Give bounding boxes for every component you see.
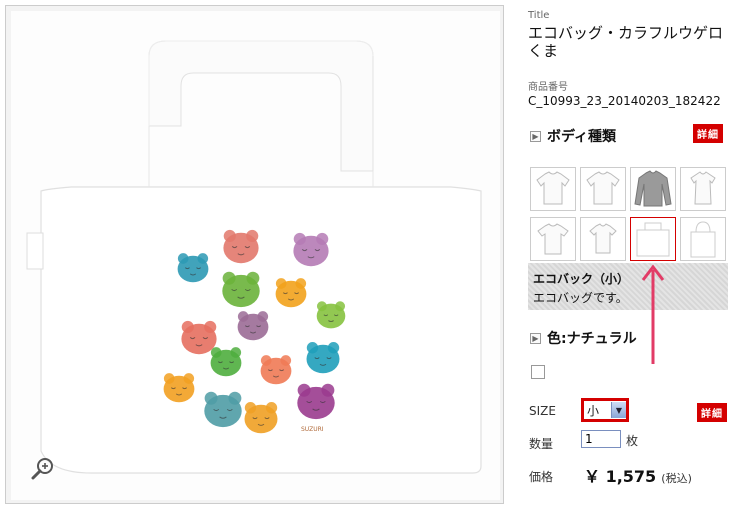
tote-bag-image[interactable]: SUZURI [11, 11, 500, 500]
body-thumb-ecobag-small[interactable] [630, 217, 676, 261]
body-description: エコバッグです。 [533, 291, 628, 305]
expand-arrow-icon: ▶ [530, 130, 541, 142]
product-title: エコバッグ・カラフルウゲロくま [528, 24, 724, 60]
body-thumb-ecobag-large[interactable] [680, 217, 726, 261]
bear-face [222, 271, 260, 308]
bear-face [181, 320, 217, 355]
body-type-title: ボディ種類 [547, 129, 617, 145]
body-detail-button[interactable]: 詳細 [693, 124, 723, 143]
size-value: 小 [587, 403, 600, 418]
quantity-label: 数量 [529, 437, 554, 451]
body-thumb-kids[interactable] [530, 217, 576, 261]
bear-face [275, 278, 307, 308]
chevron-down-icon[interactable]: ▼ [611, 402, 626, 418]
size-detail-button[interactable]: 詳細 [697, 403, 727, 422]
price-value: ￥ 1,575 [584, 467, 657, 486]
color-swatch-natural[interactable] [531, 365, 545, 379]
color-title: 色:ナチュラル [547, 331, 637, 347]
bear-face [316, 301, 346, 329]
product-code: C_10993_23_20140203_182422 [528, 94, 721, 108]
color-header[interactable]: ▶ 色:ナチュラル [530, 328, 637, 348]
bear-face [204, 391, 242, 428]
bear-face [210, 347, 242, 377]
bear-face [223, 229, 259, 264]
bear-face [297, 383, 335, 420]
body-thumb-ladies[interactable] [680, 167, 726, 211]
title-label: Title [528, 10, 550, 21]
quantity-input[interactable] [581, 430, 621, 448]
body-thumb-tshirt[interactable] [530, 167, 576, 211]
body-description-box: エコバック（小） エコバッグです。 [528, 263, 728, 310]
body-thumb-longsleeve[interactable] [630, 167, 676, 211]
price-label: 価格 [529, 470, 554, 484]
body-type-header[interactable]: ▶ ボディ種類 [530, 126, 616, 146]
annotation-arrow-icon [641, 264, 665, 364]
body-thumb-baby[interactable] [580, 217, 626, 261]
price-tax: (税込) [661, 472, 692, 485]
bear-face [163, 373, 195, 403]
size-select[interactable]: 小 ▼ [581, 398, 629, 422]
watermark-text: SUZURI [301, 426, 324, 433]
zoom-icon[interactable] [30, 456, 56, 482]
bear-face [177, 253, 209, 283]
expand-arrow-icon: ▶ [530, 332, 541, 344]
product-image-area: SUZURI [11, 11, 500, 500]
bear-face [237, 311, 269, 341]
product-code-label: 商品番号 [528, 82, 568, 93]
bear-face [260, 355, 292, 385]
body-name: エコバック（小） [533, 272, 630, 286]
price-row: ￥ 1,575 (税込) [584, 463, 692, 487]
bear-face [244, 402, 278, 434]
body-thumb-tshirt-2[interactable] [580, 167, 626, 211]
bear-face [293, 232, 329, 267]
size-label: SIZE [529, 404, 556, 418]
bear-face [306, 342, 340, 374]
quantity-unit: 枚 [626, 434, 639, 448]
